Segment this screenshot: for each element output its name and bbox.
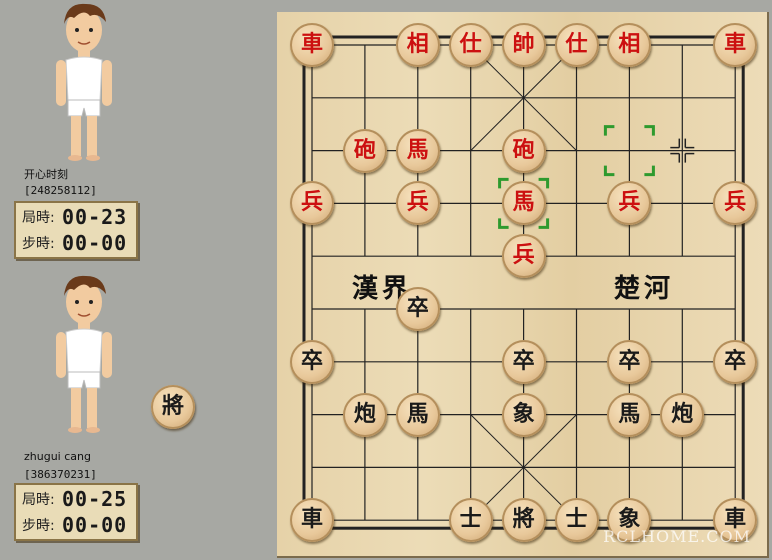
step-time-label: 步時:	[22, 518, 55, 534]
avatar	[56, 275, 112, 433]
timer-panel: 局時: 00-23 步時: 00-00	[14, 201, 138, 259]
player-id: [248258112]	[24, 184, 97, 197]
step-time-label: 步時:	[22, 236, 55, 252]
black-piece[interactable]: 炮	[660, 392, 705, 437]
black-piece[interactable]: 炮	[342, 392, 387, 437]
selection-marker	[603, 165, 615, 177]
red-piece[interactable]: 馬	[395, 128, 440, 173]
black-piece[interactable]: 卒	[607, 339, 652, 384]
game-time-value: 00-23	[62, 205, 128, 229]
game-time-value: 00-25	[62, 487, 128, 511]
black-piece[interactable]: 馬	[607, 392, 652, 437]
black-piece[interactable]: 卒	[395, 287, 440, 331]
timer-panel: 局時: 00-25 步時: 00-00	[14, 483, 138, 541]
game-time-label: 局時:	[22, 492, 55, 508]
black-piece[interactable]: 車	[290, 498, 334, 543]
game-time-label: 局時:	[22, 210, 55, 226]
player-panel-bottom: zhugui cang [386370231] 局時: 00-25 步時: 00…	[0, 272, 150, 542]
red-piece[interactable]: 砲	[342, 128, 387, 173]
player-name: zhugui cang	[24, 450, 91, 463]
selection-marker	[538, 218, 550, 229]
red-piece[interactable]: 仕	[448, 23, 493, 67]
watermark: RCLHOME.COM	[603, 527, 751, 546]
black-piece[interactable]: 卒	[713, 339, 758, 384]
river-label-right: 楚河	[614, 274, 675, 304]
black-piece[interactable]: 士	[554, 498, 599, 543]
selection-marker	[603, 125, 615, 136]
step-time-value: 00-00	[62, 513, 128, 537]
red-piece[interactable]: 車	[713, 23, 758, 67]
black-piece[interactable]: 馬	[395, 392, 440, 437]
black-piece[interactable]: 將	[501, 498, 546, 543]
red-piece[interactable]: 兵	[395, 181, 440, 226]
black-piece[interactable]: 士	[448, 498, 493, 543]
step-time-value: 00-00	[62, 231, 128, 255]
red-piece[interactable]: 相	[395, 23, 440, 67]
chess-board[interactable]: 漢界 楚河 車相仕帥仕相車砲馬砲兵兵馬兵兵兵卒卒卒卒卒炮馬象馬炮車士將士象車 R…	[277, 12, 769, 558]
board-grid	[302, 35, 745, 530]
selection-marker	[498, 218, 509, 229]
black-piece[interactable]: 卒	[290, 339, 334, 384]
red-piece[interactable]: 兵	[501, 234, 546, 279]
player-panel-top: 开心时刻 [248258112] 局時: 00-23 步時: 00-00	[0, 0, 150, 265]
selection-marker	[644, 125, 655, 136]
avatar	[56, 3, 112, 161]
player-name: 开心时刻	[24, 168, 68, 181]
selection-marker	[644, 165, 655, 177]
black-piece[interactable]: 卒	[501, 339, 546, 384]
red-piece[interactable]: 車	[290, 23, 334, 67]
red-piece[interactable]: 仕	[554, 23, 599, 67]
black-piece[interactable]: 象	[501, 392, 546, 437]
red-piece[interactable]: 馬	[501, 181, 546, 226]
player-id: [386370231]	[24, 468, 97, 481]
red-piece[interactable]: 砲	[501, 128, 546, 173]
red-piece[interactable]: 帥	[501, 23, 546, 67]
captured-piece: 將	[151, 385, 195, 429]
